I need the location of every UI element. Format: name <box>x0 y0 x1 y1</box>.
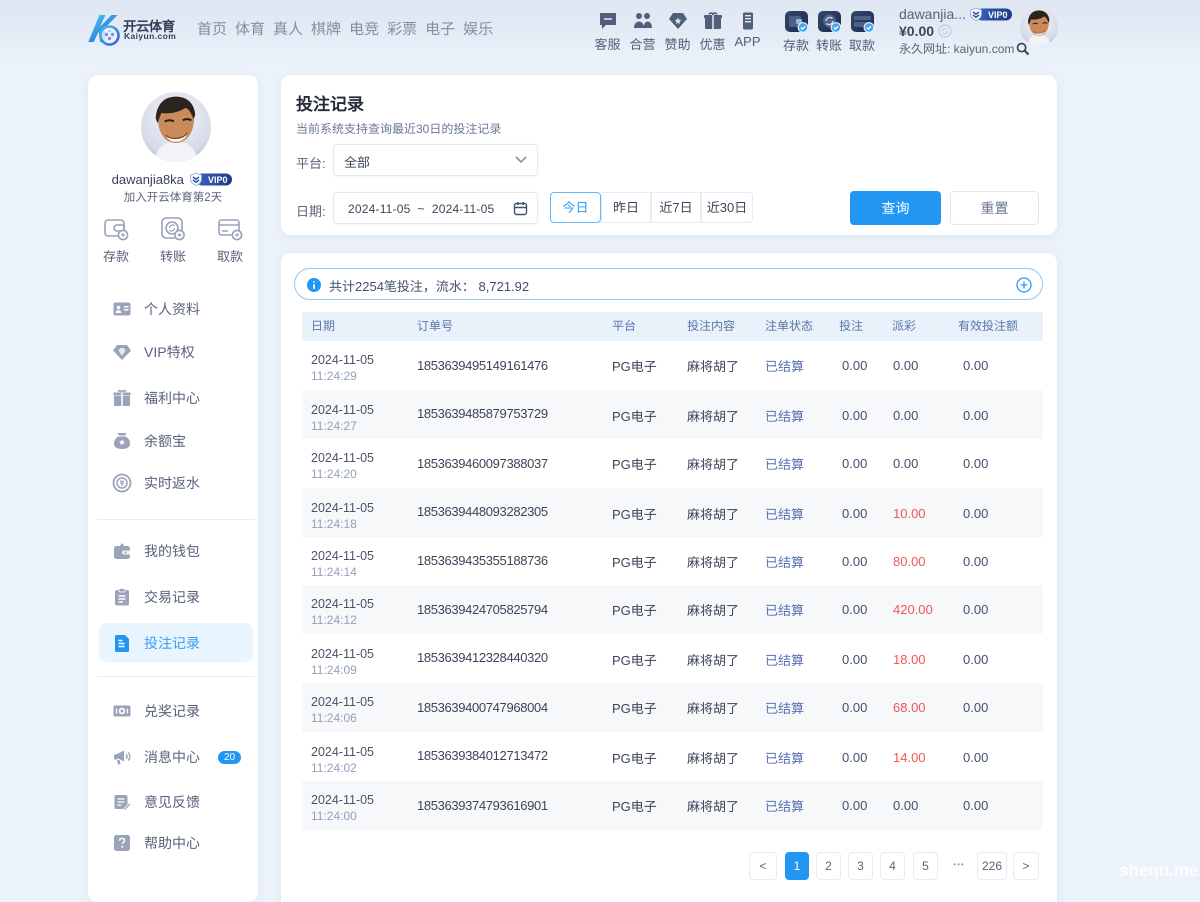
svg-text:VIP0: VIP0 <box>208 175 228 185</box>
svg-text:VIP0: VIP0 <box>988 10 1008 20</box>
